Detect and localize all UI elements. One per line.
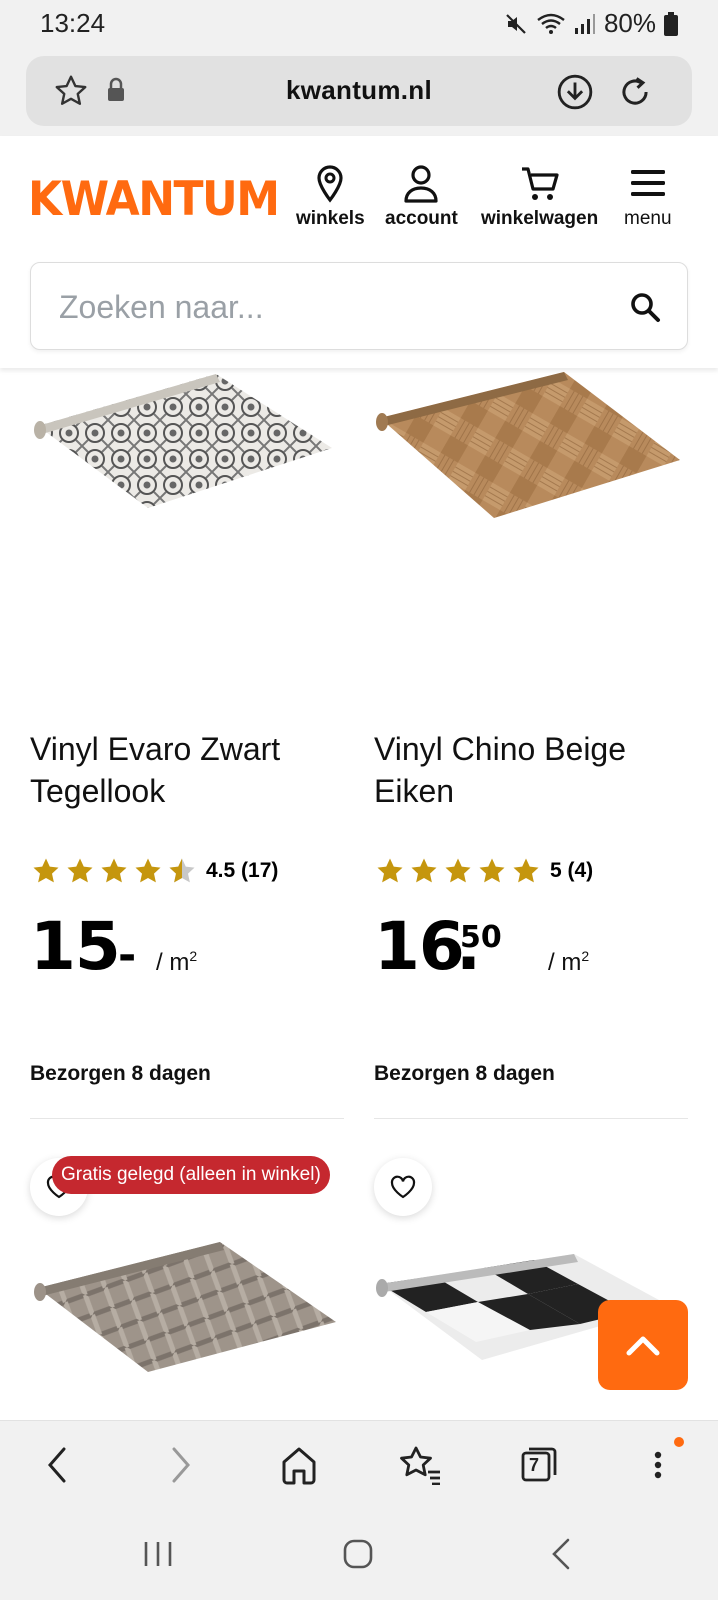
search-input[interactable] bbox=[59, 285, 599, 329]
nav-label-winkels: winkels bbox=[296, 208, 365, 229]
hamburger-icon bbox=[630, 170, 665, 196]
download-icon[interactable] bbox=[556, 73, 594, 111]
product-rating: 4.5 (17) bbox=[30, 856, 278, 886]
user-icon bbox=[404, 165, 439, 203]
reload-icon[interactable] bbox=[616, 73, 654, 111]
star-full-icon bbox=[411, 858, 437, 883]
nav-label-account: account bbox=[385, 208, 458, 229]
search-box bbox=[30, 262, 688, 350]
more-icon[interactable] bbox=[640, 1445, 676, 1485]
product-image-tile-vinyl[interactable] bbox=[30, 368, 346, 528]
chevron-up-icon bbox=[626, 1336, 660, 1356]
nav-label-winkelwagen: winkelwagen bbox=[481, 208, 599, 229]
nav-account[interactable]: account bbox=[385, 164, 458, 230]
battery-icon bbox=[664, 11, 678, 36]
signal-icon bbox=[574, 13, 595, 34]
star-half-icon bbox=[169, 858, 195, 883]
status-time: 13:24 bbox=[40, 8, 106, 38]
heart-icon bbox=[390, 1175, 416, 1199]
location-pin-icon bbox=[317, 165, 343, 203]
promo-badge: Gratis gelegd (alleen in winkel) bbox=[52, 1156, 330, 1194]
status-bar: 13:24 80% bbox=[0, 0, 718, 48]
price-cents: 50 bbox=[460, 920, 502, 955]
site-header: KWANTUM winkels account winkelwagen menu bbox=[0, 136, 718, 368]
browser-toolbar: kwantum.nl bbox=[0, 48, 718, 136]
notification-dot bbox=[674, 1437, 684, 1447]
divider bbox=[374, 1118, 688, 1119]
nav-winkelwagen[interactable]: winkelwagen bbox=[481, 164, 598, 230]
product-card[interactable]: Vinyl Chino Beige Eiken 5 (4) 16 . 50 / … bbox=[374, 368, 690, 1120]
nav-label-menu: menu bbox=[624, 208, 672, 229]
address-bar[interactable]: kwantum.nl bbox=[26, 56, 692, 126]
star-full-icon bbox=[445, 858, 471, 883]
search-icon[interactable] bbox=[629, 291, 661, 323]
product-image-herringbone-vinyl[interactable] bbox=[30, 1236, 346, 1376]
star-full-icon bbox=[135, 858, 161, 883]
product-card[interactable]: Vinyl Evaro Zwart Tegellook 4.5 (17) 15 … bbox=[30, 368, 346, 1120]
price-unit: / m2 bbox=[156, 948, 198, 976]
price-main: 16 bbox=[374, 908, 465, 985]
product-rating: 5 (4) bbox=[374, 856, 593, 886]
wishlist-button[interactable] bbox=[374, 1158, 432, 1216]
kwantum-logo[interactable]: KWANTUM bbox=[28, 172, 280, 227]
back-icon[interactable] bbox=[44, 1445, 72, 1485]
system-nav-bar bbox=[0, 1512, 718, 1600]
star-full-icon bbox=[101, 858, 127, 883]
cart-icon bbox=[521, 167, 559, 200]
product-title[interactable]: Vinyl Evaro Zwart Tegellook bbox=[30, 728, 340, 812]
delivery-info: Bezorgen 8 dagen bbox=[374, 1062, 555, 1085]
star-full-icon bbox=[479, 858, 505, 883]
browser-bottom-nav: 7 bbox=[0, 1420, 718, 1512]
tabs-button[interactable]: 7 bbox=[520, 1445, 558, 1483]
product-title[interactable]: Vinyl Chino Beige Eiken bbox=[374, 728, 684, 812]
home-button-icon[interactable] bbox=[340, 1536, 376, 1572]
recents-icon[interactable] bbox=[140, 1536, 176, 1572]
delivery-info: Bezorgen 8 dagen bbox=[30, 1062, 211, 1085]
status-icons: 80% bbox=[504, 8, 678, 39]
product-image-parquet-vinyl[interactable] bbox=[374, 368, 690, 538]
product-card[interactable]: Gratis gelegd (alleen in winkel) bbox=[30, 1150, 346, 1420]
wifi-icon bbox=[537, 13, 565, 34]
rating-text: 5 (4) bbox=[550, 859, 594, 882]
nav-menu[interactable]: menu bbox=[624, 164, 672, 230]
home-icon[interactable] bbox=[280, 1445, 318, 1485]
scroll-to-top-button[interactable] bbox=[598, 1300, 688, 1390]
mute-icon bbox=[506, 13, 526, 34]
price-unit: / m2 bbox=[548, 948, 590, 976]
bookmarks-icon[interactable] bbox=[398, 1445, 442, 1485]
star-full-icon bbox=[67, 858, 93, 883]
price-cents: - bbox=[118, 930, 137, 981]
star-full-icon bbox=[377, 858, 403, 883]
tabs-count: 7 bbox=[529, 1455, 540, 1475]
battery-percentage: 80% bbox=[603, 8, 656, 38]
system-back-icon[interactable] bbox=[544, 1536, 580, 1572]
divider bbox=[30, 1118, 344, 1119]
rating-text: 4.5 (17) bbox=[206, 859, 279, 882]
star-full-icon bbox=[513, 858, 539, 883]
star-full-icon bbox=[33, 858, 59, 883]
forward-icon[interactable] bbox=[166, 1445, 194, 1485]
nav-winkels[interactable]: winkels bbox=[296, 164, 365, 230]
price-main: 15 bbox=[30, 908, 121, 985]
